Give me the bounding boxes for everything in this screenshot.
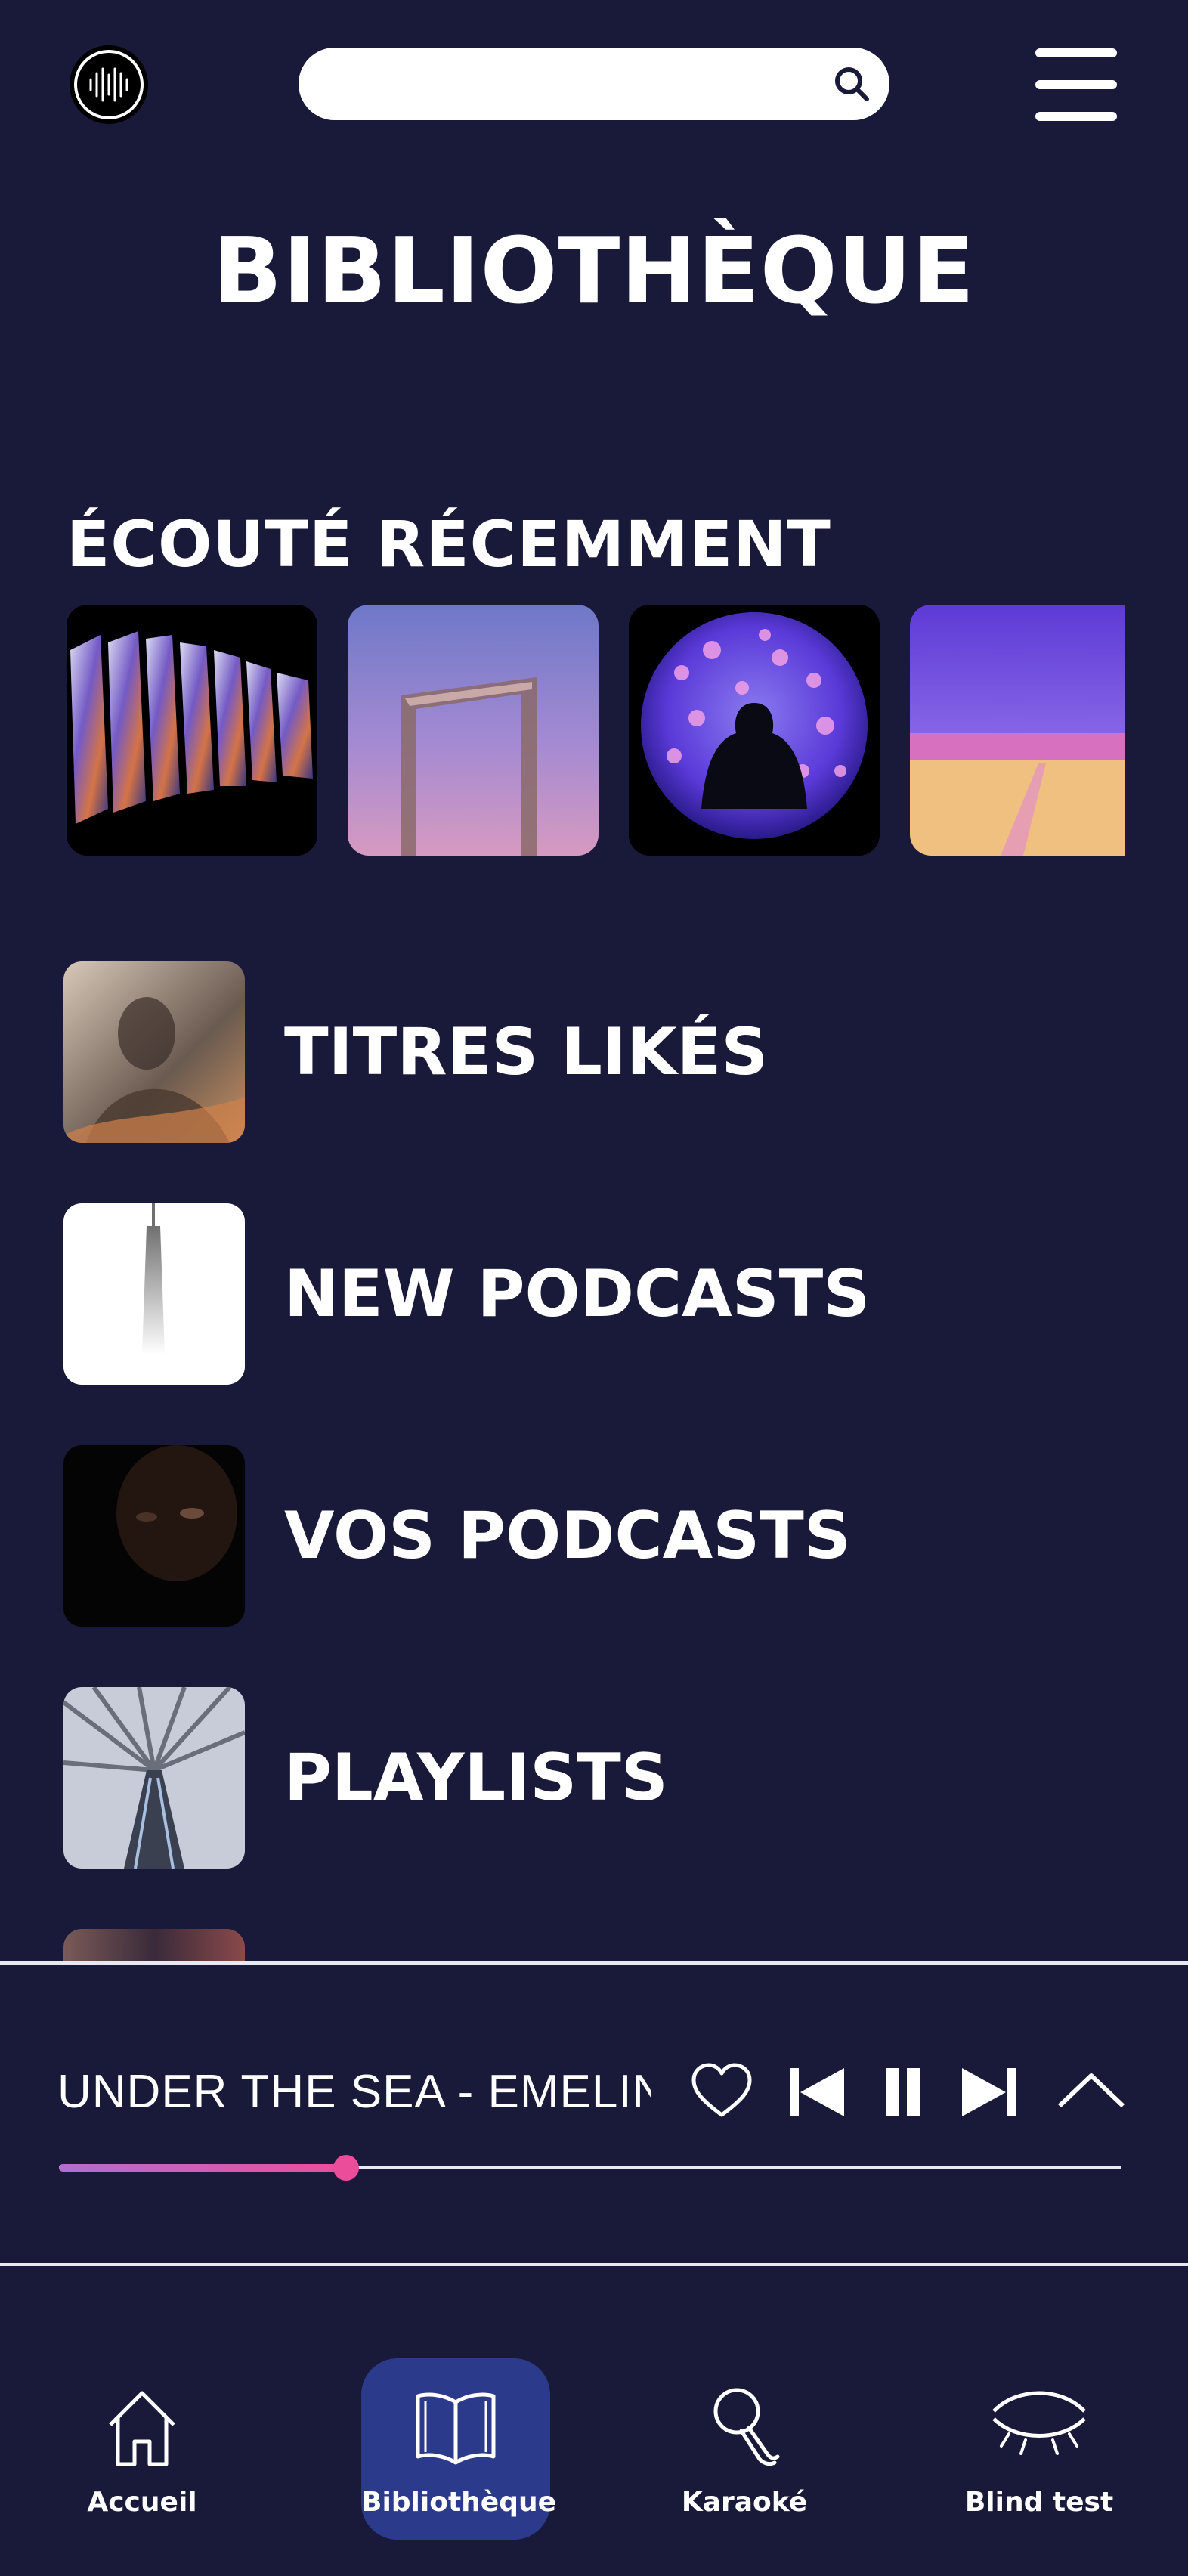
search-input[interactable] xyxy=(329,63,815,107)
library-item-label: PLAYLISTS xyxy=(284,1740,668,1816)
portrait-artwork xyxy=(63,961,245,1143)
bottom-nav: Accueil Bibliothèque Karaoké Blind test xyxy=(0,2266,1188,2576)
skip-forward-icon[interactable] xyxy=(956,2056,1024,2129)
library-item-new-podcasts[interactable]: NEW PODCASTS xyxy=(63,1203,1121,1385)
progress-fill xyxy=(59,2164,346,2172)
progress-bar[interactable] xyxy=(59,2155,1121,2181)
microphone-icon xyxy=(713,2388,780,2466)
mini-player[interactable]: UNDER THE SEA - EMELINE xyxy=(0,1965,1188,2262)
page-title: BIBLIOTHÈQUE xyxy=(212,219,976,324)
nav-label: Bibliothèque xyxy=(361,2487,557,2518)
recent-item-aquarium[interactable] xyxy=(629,605,880,856)
dark-face-artwork xyxy=(63,1445,245,1627)
nav-item-home[interactable]: Accueil xyxy=(48,2358,237,2540)
skip-back-icon[interactable] xyxy=(782,2056,850,2129)
book-icon xyxy=(416,2392,496,2465)
recent-section-title: ÉCOUTÉ RÉCEMMENT xyxy=(67,507,831,581)
escalator-artwork xyxy=(63,1687,245,1869)
frame-tower-artwork xyxy=(401,677,537,856)
home-icon xyxy=(109,2391,175,2466)
library-item-label: VOS PODCASTS xyxy=(284,1498,851,1574)
library-item-liked[interactable]: TITRES LIKÉS xyxy=(63,961,1121,1143)
nav-item-karaoke[interactable]: Karaoké xyxy=(650,2358,839,2540)
heart-icon[interactable] xyxy=(688,2056,756,2129)
pink-field-artwork xyxy=(910,605,1125,856)
nav-label: Karaoké xyxy=(681,2487,808,2518)
closed-eye-icon xyxy=(992,2391,1086,2455)
app-logo[interactable] xyxy=(70,45,148,124)
chevron-up-icon[interactable] xyxy=(1055,2056,1128,2129)
glass-prisms-artwork xyxy=(67,605,317,856)
library-item-label: TITRES LIKÉS xyxy=(284,1014,769,1090)
player-top-divider xyxy=(0,1961,1188,1965)
library-item-partial[interactable] xyxy=(63,1929,245,1964)
skyscraper-artwork xyxy=(63,1203,245,1385)
aquarium-jellyfish-artwork xyxy=(629,605,880,856)
hamburger-menu-icon[interactable] xyxy=(1035,48,1117,121)
nav-item-blind-test[interactable]: Blind test xyxy=(945,2358,1134,2540)
library-item-playlists[interactable]: PLAYLISTS xyxy=(63,1687,1121,1869)
progress-knob[interactable] xyxy=(333,2155,359,2181)
now-playing-title: UNDER THE SEA - EMELINE xyxy=(57,2066,651,2118)
soundwave-icon xyxy=(77,53,141,116)
search-bar[interactable] xyxy=(299,48,889,120)
recent-carousel[interactable] xyxy=(67,605,1125,856)
library-item-your-podcasts[interactable]: VOS PODCASTS xyxy=(63,1445,1121,1627)
recent-item-frame[interactable] xyxy=(348,605,599,856)
recent-item-prisms[interactable] xyxy=(67,605,317,856)
nav-item-library[interactable]: Bibliothèque xyxy=(361,2358,557,2540)
library-item-label: NEW PODCASTS xyxy=(284,1256,871,1332)
pause-icon[interactable] xyxy=(869,2056,937,2129)
nav-label: Blind test xyxy=(964,2487,1114,2518)
search-icon[interactable] xyxy=(832,64,871,104)
nav-label: Accueil xyxy=(87,2487,197,2518)
recent-item-field[interactable] xyxy=(910,605,1125,856)
